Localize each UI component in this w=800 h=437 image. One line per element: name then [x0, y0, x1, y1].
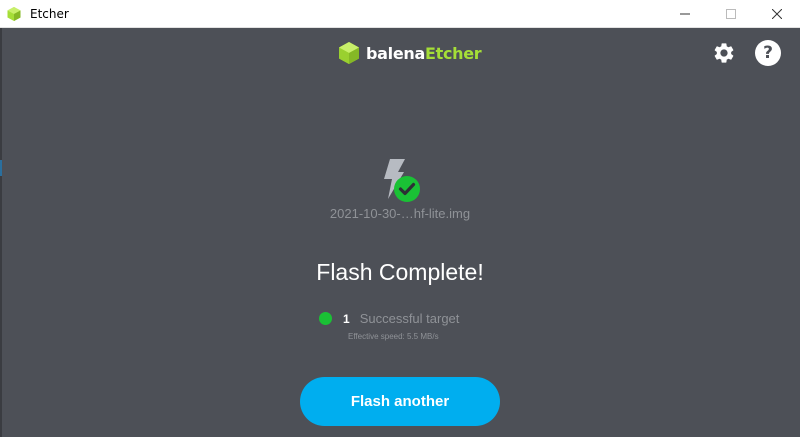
- check-circle-icon: [394, 176, 420, 202]
- gear-icon: [714, 43, 734, 63]
- flash-another-button[interactable]: Flash another: [300, 377, 500, 426]
- effective-speed: Effective speed: 5.5 MB/s: [348, 332, 439, 341]
- window-controls: [662, 0, 800, 28]
- etcher-app-icon: [6, 6, 22, 22]
- app-header: balenaEtcher ?: [0, 28, 800, 80]
- flash-complete-graphic: [376, 157, 424, 205]
- help-button[interactable]: ?: [755, 40, 781, 66]
- window-titlebar: Etcher: [0, 0, 800, 28]
- image-filename: 2021-10-30-…hf-lite.img: [329, 206, 471, 221]
- window-title: Etcher: [30, 6, 69, 21]
- minimize-icon[interactable]: [662, 0, 708, 28]
- target-status-row: 1 Successful target: [319, 311, 459, 326]
- balena-etcher-logo: balenaEtcher: [338, 41, 482, 65]
- window-left-edge-mark: [0, 160, 2, 176]
- success-status-dot: [319, 312, 332, 325]
- logo-wordmark: balenaEtcher: [366, 43, 482, 63]
- close-icon[interactable]: [754, 0, 800, 28]
- settings-button[interactable]: [711, 40, 737, 66]
- flash-complete-title: Flash Complete!: [316, 259, 484, 285]
- target-count: 1: [343, 311, 350, 326]
- window-left-edge: [0, 28, 2, 437]
- logo-suffix: Etcher: [424, 43, 482, 63]
- maximize-icon[interactable]: [708, 0, 754, 28]
- etcher-cube-icon: [339, 42, 359, 64]
- target-status-label: Successful target: [359, 311, 460, 326]
- logo-prefix: balena: [366, 43, 425, 63]
- question-icon: ?: [763, 42, 773, 63]
